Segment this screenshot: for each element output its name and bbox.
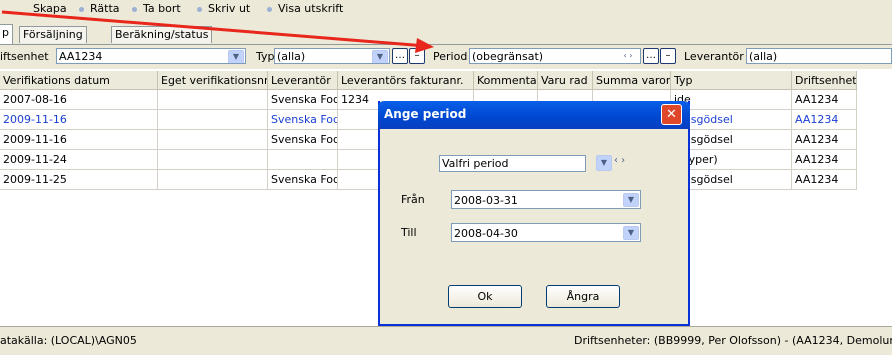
annotation-arrow-icon xyxy=(1,10,434,53)
